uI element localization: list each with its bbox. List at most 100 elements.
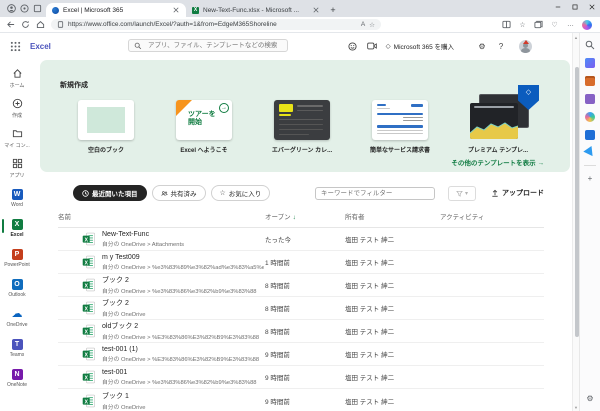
scrollbar-thumb[interactable] bbox=[575, 67, 579, 337]
rail-item-word[interactable]: W Word bbox=[0, 183, 34, 213]
upload-button[interactable]: アップロード bbox=[491, 188, 544, 198]
office-page: Excel ◇ Microsoft 365 を購入 ⚙ ? bbox=[0, 33, 572, 411]
file-row[interactable]: X m y Test009自分の OneDrive > %e3%83%89%e3… bbox=[58, 251, 544, 274]
sidebar-settings-icon[interactable]: ⚙ bbox=[585, 393, 596, 404]
scroll-down-icon[interactable]: ▼ bbox=[573, 405, 579, 410]
calendar-line bbox=[279, 134, 309, 135]
rail-item-my-content[interactable]: マイ コン... bbox=[0, 123, 34, 153]
svg-text:X: X bbox=[84, 399, 88, 405]
profile-icon[interactable] bbox=[7, 4, 16, 13]
sidebar-designer-icon[interactable] bbox=[585, 111, 596, 122]
app-launcher-icon[interactable] bbox=[10, 41, 21, 52]
feedback-smiley-icon[interactable] bbox=[348, 41, 358, 51]
rail-item-onedrive[interactable]: ☁ OneDrive bbox=[0, 303, 34, 333]
sidebar-shopping-icon[interactable] bbox=[585, 75, 596, 86]
tab-close-icon[interactable] bbox=[172, 6, 180, 14]
file-row[interactable]: X test-001自分の OneDrive > %e3%83%86%e3%82… bbox=[58, 366, 544, 389]
minimize-button[interactable] bbox=[549, 0, 566, 14]
sidebar-tools-icon[interactable] bbox=[585, 57, 596, 68]
template-blank-workbook[interactable]: 空白のブック bbox=[78, 100, 134, 154]
invoice-title bbox=[411, 104, 423, 107]
scroll-up-icon[interactable]: ▲ bbox=[573, 35, 579, 40]
help-icon[interactable]: ? bbox=[496, 41, 506, 51]
file-row[interactable]: X ブック 2自分の OneDrive 8 時間前 塩田 テスト 紳二 bbox=[58, 297, 544, 320]
collections-icon[interactable] bbox=[534, 20, 543, 29]
back-icon[interactable] bbox=[6, 20, 15, 29]
tab-excel-home[interactable]: Excel | Microsoft 365 bbox=[46, 3, 186, 17]
rail-item-teams[interactable]: T Teams bbox=[0, 333, 34, 363]
col-owner[interactable]: 所有者 bbox=[345, 211, 440, 221]
settings-gear-icon[interactable]: ⚙ bbox=[477, 41, 487, 51]
premium-diamond-icon: ◇ bbox=[386, 42, 391, 50]
col-opened[interactable]: オープン↓ bbox=[265, 211, 345, 221]
site-info-icon[interactable] bbox=[57, 21, 64, 28]
favorites-bar-icon[interactable]: ☆ bbox=[518, 20, 527, 29]
file-row[interactable]: X ブック 1自分の OneDrive 9 時間前 塩田 テスト 紳二 bbox=[58, 389, 544, 411]
browser-essentials-icon[interactable]: ♡ bbox=[550, 20, 559, 29]
filter-tab-shared[interactable]: 共有済み bbox=[152, 185, 206, 201]
url-field[interactable]: https://www.office.com/launch/Excel/?aut… bbox=[51, 19, 381, 30]
page-scrollbar[interactable]: ▲ ▼ bbox=[572, 33, 579, 411]
file-row[interactable]: X oldブック 2自分の OneDrive > %E3%83%86%E3%82… bbox=[58, 320, 544, 343]
tab-workbook[interactable]: X New-Text-Func.xlsx - Microsoft ... bbox=[186, 3, 326, 17]
workspaces-icon[interactable] bbox=[20, 4, 29, 13]
app-rail: ホーム 作成 マイ コン... アプリ W bbox=[0, 59, 34, 411]
rail-item-onenote[interactable]: N OneNote bbox=[0, 363, 34, 393]
template-premium[interactable]: ◇ プレミアム テンプレ... bbox=[470, 100, 526, 154]
meet-now-icon[interactable] bbox=[367, 41, 377, 51]
rail-item-excel[interactable]: X Excel bbox=[0, 213, 34, 243]
refresh-icon[interactable] bbox=[21, 20, 30, 29]
svg-text:X: X bbox=[84, 375, 88, 381]
calendar-line bbox=[279, 114, 291, 116]
chevron-down-icon: ▾ bbox=[465, 190, 468, 197]
file-opened: 8 時間前 bbox=[265, 280, 345, 290]
tab-close-icon[interactable] bbox=[312, 6, 320, 14]
more-menu-icon[interactable]: … bbox=[566, 20, 575, 29]
rail-item-outlook[interactable]: O Outlook bbox=[0, 273, 34, 303]
keyword-filter-input[interactable] bbox=[315, 187, 435, 200]
favorite-star-icon[interactable]: ☆ bbox=[369, 21, 375, 29]
copilot-icon[interactable] bbox=[582, 20, 592, 30]
account-avatar[interactable] bbox=[519, 40, 532, 53]
filter-dropdown-button[interactable]: ▾ bbox=[448, 186, 476, 201]
rail-item-apps[interactable]: アプリ bbox=[0, 153, 34, 183]
tab-actions-icon[interactable] bbox=[33, 4, 42, 13]
col-name[interactable]: 名前 bbox=[58, 211, 265, 221]
file-row[interactable]: X New-Text-Func自分の OneDrive > Attachment… bbox=[58, 228, 544, 251]
sidebar-add-icon[interactable]: + bbox=[585, 173, 596, 184]
close-button[interactable] bbox=[583, 0, 600, 14]
filter-tab-favorites[interactable]: ☆ お気に入り bbox=[211, 185, 271, 201]
col-activity[interactable]: アクティビティ bbox=[440, 211, 544, 221]
read-aloud-icon[interactable]: A bbox=[361, 21, 365, 28]
people-icon bbox=[161, 190, 168, 197]
sidebar-drop-icon[interactable] bbox=[585, 147, 596, 158]
split-screen-icon[interactable] bbox=[502, 20, 511, 29]
maximize-button[interactable] bbox=[566, 0, 583, 14]
invoice-line bbox=[377, 104, 386, 106]
premium-chart bbox=[470, 117, 518, 139]
rail-item-create[interactable]: 作成 bbox=[0, 93, 34, 123]
template-welcome-tour[interactable]: → ツアーを開始 Excel へようこそ bbox=[176, 100, 232, 154]
file-row[interactable]: X test-001 (1)自分の OneDrive > %E3%83%86%E… bbox=[58, 343, 544, 366]
new-tab-button[interactable]: + bbox=[326, 3, 340, 17]
filter-tab-recent[interactable]: 最近開いた項目 bbox=[73, 185, 147, 201]
rail-item-home[interactable]: ホーム bbox=[0, 63, 34, 93]
template-service-invoice[interactable]: 簡単なサービス請求書 bbox=[372, 100, 428, 154]
blank-sheet-preview bbox=[87, 107, 125, 133]
template-evergreen-calendar[interactable]: エバーグリーン カレ... bbox=[274, 100, 330, 154]
more-templates-link[interactable]: その他のテンプレートを表示 → bbox=[451, 157, 544, 167]
sidebar-search-icon[interactable] bbox=[585, 39, 596, 50]
teams-app-icon: T bbox=[12, 339, 23, 350]
file-row[interactable]: X ブック 2自分の OneDrive > %e3%83%86%e3%82%b9… bbox=[58, 274, 544, 297]
buy-m365-button[interactable]: ◇ Microsoft 365 を購入 bbox=[386, 41, 454, 51]
app-brand-title[interactable]: Excel bbox=[30, 42, 51, 51]
home-icon[interactable] bbox=[36, 20, 45, 29]
rail-item-powerpoint[interactable]: P PowerPoint bbox=[0, 243, 34, 273]
m365-search-box[interactable] bbox=[128, 39, 288, 52]
tab-title: Excel | Microsoft 365 bbox=[63, 7, 168, 14]
sidebar-outlook-icon[interactable] bbox=[585, 129, 596, 140]
m365-search-input[interactable] bbox=[146, 41, 282, 50]
sidebar-m365-icon[interactable] bbox=[585, 93, 596, 104]
calendar-line bbox=[279, 119, 323, 120]
svg-text:X: X bbox=[84, 306, 88, 312]
